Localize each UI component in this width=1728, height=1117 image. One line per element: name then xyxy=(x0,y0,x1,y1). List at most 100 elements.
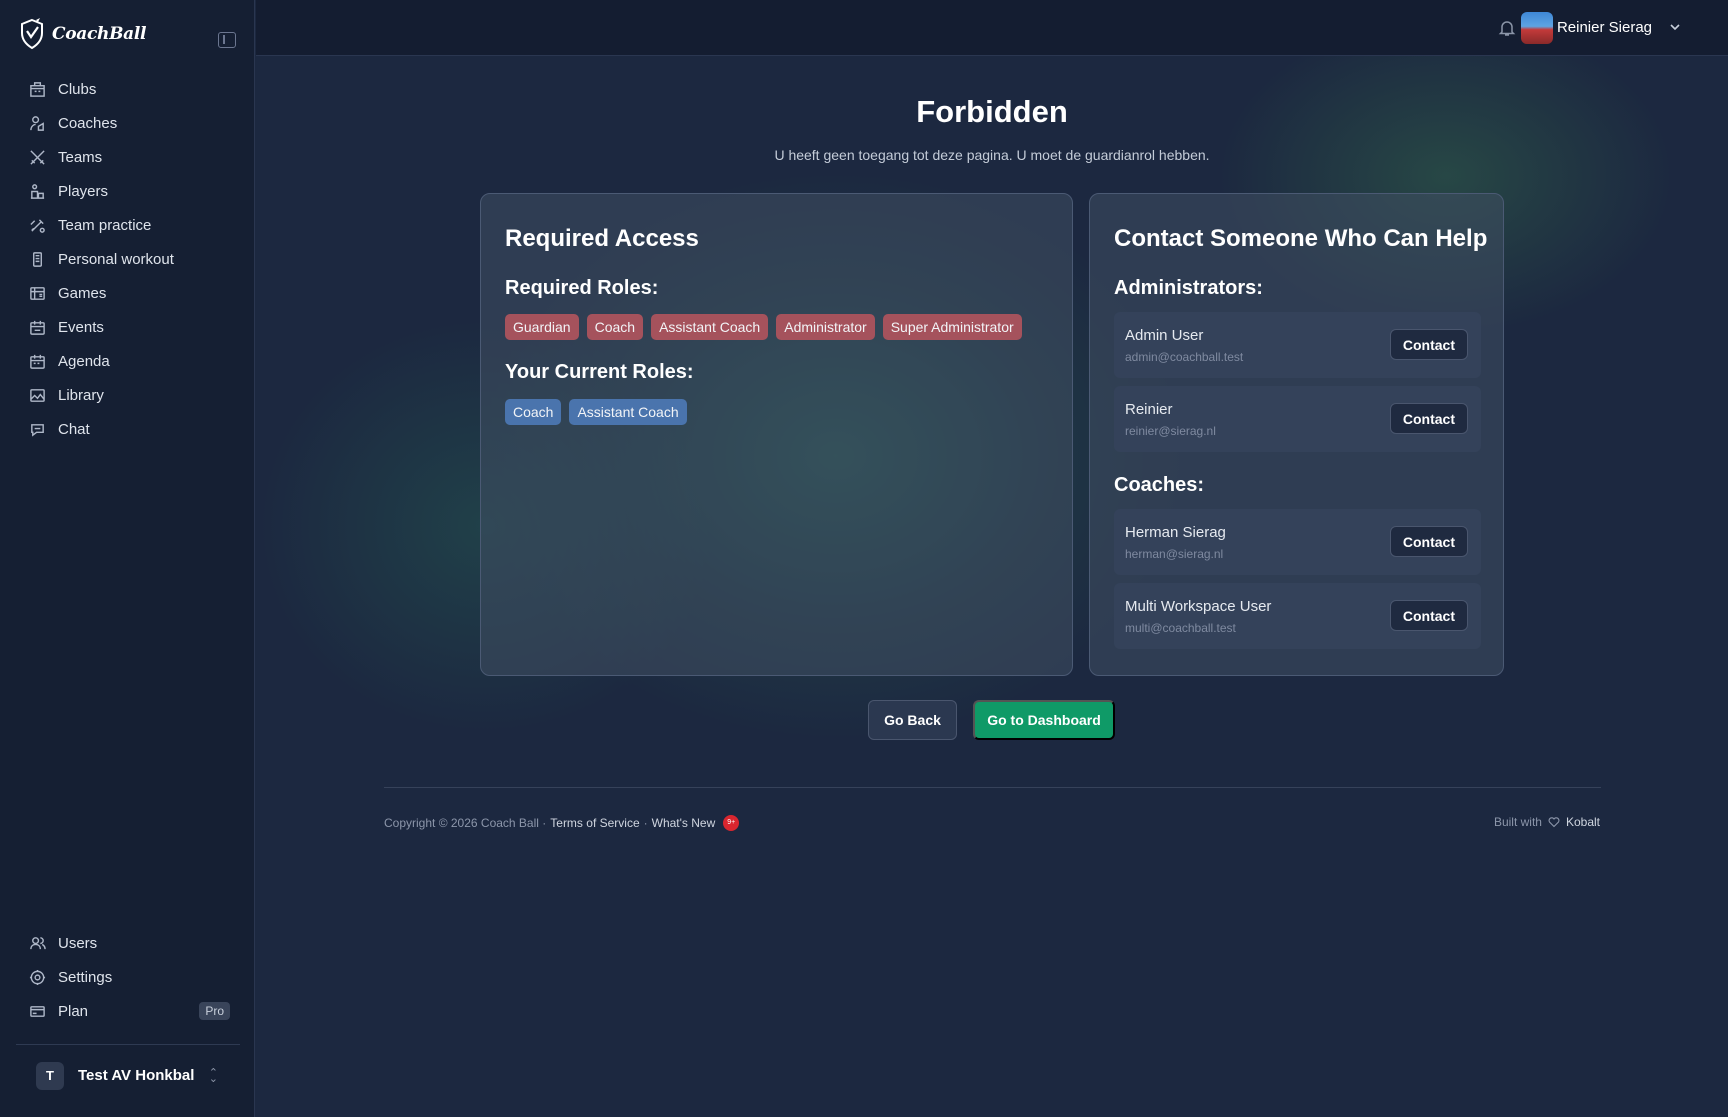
sidebar-item-settings[interactable]: Settings xyxy=(16,960,240,994)
coaches-icon xyxy=(28,114,46,132)
sidebar-item-library[interactable]: Library xyxy=(16,378,240,412)
topbar: Reinier Sierag xyxy=(256,0,1728,56)
sidebar-item-team-practice[interactable]: Team practice xyxy=(16,208,240,242)
contact-card: Contact Someone Who Can Help Administrat… xyxy=(1089,193,1504,676)
administrators-label: Administrators: xyxy=(1114,277,1263,299)
contact-button[interactable]: Contact xyxy=(1389,600,1468,631)
games-icon xyxy=(28,284,46,302)
users-icon xyxy=(28,934,46,952)
swords-icon xyxy=(28,148,46,166)
contact-email: multi@coachball.test xyxy=(1125,621,1236,635)
sidebar-bottom-nav: Users Settings Plan Pro xyxy=(16,926,240,1028)
contact-name: Multi Workspace User xyxy=(1125,598,1272,615)
sidebar: CoachBall Clubs Coaches Teams Players Te… xyxy=(0,0,255,1117)
contact-row: Multi Workspace User multi@coachball.tes… xyxy=(1114,583,1481,649)
go-to-dashboard-button[interactable]: Go to Dashboard xyxy=(973,700,1115,740)
required-access-title: Required Access xyxy=(505,225,699,252)
sidebar-item-label: Library xyxy=(58,386,104,404)
sidebar-item-label: Coaches xyxy=(58,114,118,132)
sidebar-item-chat[interactable]: Chat xyxy=(16,412,240,446)
required-access-card: Required Access Required Roles: Guardian… xyxy=(480,193,1073,676)
sidebar-item-label: Personal workout xyxy=(58,250,174,268)
current-roles-list: Coach Assistant Coach xyxy=(505,399,687,425)
chevron-down-icon[interactable] xyxy=(1668,20,1682,34)
events-icon xyxy=(28,318,46,336)
library-icon xyxy=(28,386,46,404)
sidebar-item-label: Settings xyxy=(58,968,113,986)
contact-email: herman@sierag.nl xyxy=(1125,547,1224,561)
main-content: Forbidden U heeft geen toegang tot deze … xyxy=(256,56,1728,1117)
kobalt-link[interactable]: Kobalt xyxy=(1566,815,1600,829)
heart-icon xyxy=(1548,817,1560,828)
terms-link[interactable]: Terms of Service xyxy=(550,816,639,830)
sidebar-item-label: Players xyxy=(58,182,109,200)
chat-icon xyxy=(28,420,46,438)
required-roles-list: Guardian Coach Assistant Coach Administr… xyxy=(505,314,1022,340)
agenda-icon xyxy=(28,352,46,370)
contact-name: Herman Sierag xyxy=(1125,524,1226,541)
role-badge: Assistant Coach xyxy=(651,314,769,340)
sidebar-item-label: Events xyxy=(58,318,104,336)
contact-button[interactable]: Contact xyxy=(1389,403,1468,434)
workout-icon xyxy=(28,250,46,268)
sidebar-item-events[interactable]: Events xyxy=(16,310,240,344)
footer-divider xyxy=(384,787,1601,788)
go-back-button[interactable]: Go Back xyxy=(868,700,957,740)
current-roles-label: Your Current Roles: xyxy=(505,361,694,383)
sidebar-item-label: Users xyxy=(58,934,98,952)
contact-email: reinier@sierag.nl xyxy=(1125,424,1216,438)
sidebar-item-clubs[interactable]: Clubs xyxy=(16,72,240,106)
chevron-up-down-icon: ⌃ ⌄ xyxy=(208,1066,218,1085)
sidebar-item-label: Chat xyxy=(58,420,90,438)
sidebar-nav: Clubs Coaches Teams Players Team practic… xyxy=(16,72,240,446)
bell-icon[interactable] xyxy=(1498,19,1516,37)
copyright-text: Copyright © 2026 Coach Ball · xyxy=(384,816,547,830)
footer-right: Built with Kobalt xyxy=(1494,815,1600,829)
workspace-name: Test AV Honkbal xyxy=(78,1067,195,1084)
role-badge: Guardian xyxy=(505,314,579,340)
sidebar-item-agenda[interactable]: Agenda xyxy=(16,344,240,378)
sidebar-item-personal-workout[interactable]: Personal workout xyxy=(16,242,240,276)
role-badge: Administrator xyxy=(776,314,875,340)
sidebar-item-coaches[interactable]: Coaches xyxy=(16,106,240,140)
brand-logo[interactable]: CoachBall xyxy=(18,18,147,50)
user-name[interactable]: Reinier Sierag xyxy=(1557,19,1652,36)
user-avatar[interactable] xyxy=(1521,12,1553,44)
gear-icon xyxy=(28,968,46,986)
contact-row: Admin User admin@coachball.test Contact xyxy=(1114,312,1481,378)
sidebar-item-label: Agenda xyxy=(58,352,110,370)
sidebar-toggle-icon[interactable] xyxy=(218,32,236,48)
role-badge: Assistant Coach xyxy=(569,399,687,425)
workspace-switcher[interactable]: T Test AV Honkbal ⌃ ⌄ xyxy=(16,1044,240,1106)
page-subtitle: U heeft geen toegang tot deze pagina. U … xyxy=(774,147,1210,163)
contact-button[interactable]: Contact xyxy=(1389,329,1468,360)
footer-separator: · xyxy=(643,816,648,830)
workspace-avatar: T xyxy=(36,1061,64,1090)
contact-row: Herman Sierag herman@sierag.nl Contact xyxy=(1114,509,1481,575)
sidebar-item-label: Games xyxy=(58,284,107,302)
sidebar-item-users[interactable]: Users xyxy=(16,926,240,960)
card-icon xyxy=(28,1002,46,1020)
sidebar-item-label: Teams xyxy=(58,148,103,166)
sidebar-item-teams[interactable]: Teams xyxy=(16,140,240,174)
contact-name: Admin User xyxy=(1125,327,1204,344)
role-badge: Coach xyxy=(586,314,644,340)
players-icon xyxy=(28,182,46,200)
sidebar-item-games[interactable]: Games xyxy=(16,276,240,310)
contact-button[interactable]: Contact xyxy=(1389,526,1468,557)
sidebar-item-plan[interactable]: Plan Pro xyxy=(16,994,240,1028)
whats-new-link[interactable]: What's New xyxy=(652,816,716,830)
new-count-badge: 9+ xyxy=(723,815,740,831)
sidebar-item-label: Plan xyxy=(58,1002,89,1020)
built-with-text: Built with xyxy=(1493,815,1542,829)
contact-row: Reinier reinier@sierag.nl Contact xyxy=(1114,386,1481,452)
contact-email: admin@coachball.test xyxy=(1125,350,1244,364)
pro-badge: Pro xyxy=(199,1002,230,1020)
sidebar-item-label: Team practice xyxy=(58,216,152,234)
sidebar-item-players[interactable]: Players xyxy=(16,174,240,208)
required-roles-label: Required Roles: xyxy=(505,277,659,299)
role-badge: Super Administrator xyxy=(882,314,1022,340)
brand-name: CoachBall xyxy=(52,24,147,44)
coaches-label: Coaches: xyxy=(1114,474,1205,496)
building-icon xyxy=(28,80,46,98)
